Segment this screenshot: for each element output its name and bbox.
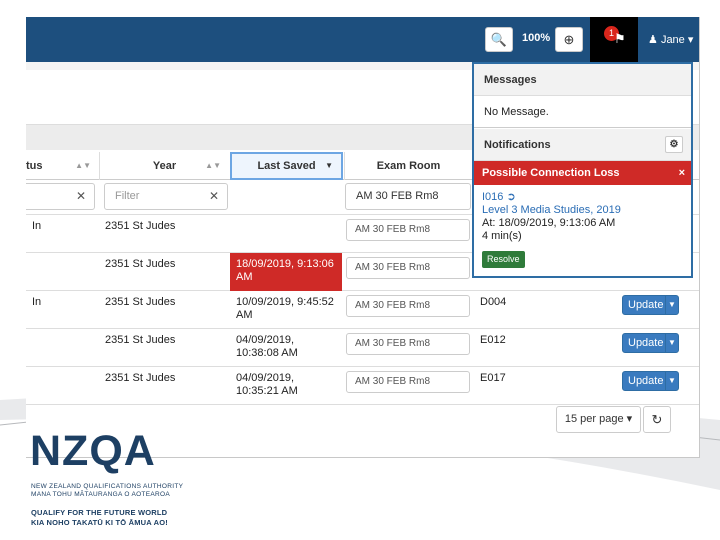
resolve-button[interactable]: Resolve — [482, 251, 525, 268]
chevron-down-icon[interactable]: ▼ — [665, 372, 678, 390]
alert-duration: 4 min(s) — [482, 230, 522, 242]
year-cell: 2351 St Judes — [105, 334, 176, 346]
user-menu[interactable]: ♟ Jane ▾ — [648, 33, 693, 46]
clear-icon[interactable]: ✕ — [76, 184, 86, 209]
column-status-header[interactable]: tus ▲▼ — [26, 152, 99, 180]
zoom-in-button[interactable]: ⊕ — [555, 27, 583, 52]
sort-icon: ▲▼ — [75, 161, 91, 170]
course-link[interactable]: Level 3 Media Studies, 2019 — [482, 204, 683, 217]
nzqa-logo: NZQA — [30, 427, 156, 475]
year-filter-input[interactable]: Filter ✕ — [104, 183, 228, 210]
external-link-icon: ➲ — [506, 191, 516, 203]
messages-header: Messages — [474, 64, 691, 96]
zoom-in-icon: ⊕ — [563, 32, 575, 47]
slide: 🔍 100% ⊕ 1 ⚑ ♟ Jane ▾ tus ▲▼ Year ▲▼ Las… — [0, 0, 720, 540]
update-button[interactable]: Update ▼ — [622, 333, 679, 353]
user-name: Jane — [660, 34, 685, 46]
year-cell: 2351 St Judes — [105, 296, 176, 308]
status-cell: In — [32, 220, 42, 232]
student-id-link[interactable]: I016 ➲ — [482, 191, 683, 204]
exam-room-select[interactable]: AM 30 FEB Rm8 — [346, 257, 470, 279]
column-exam-room-header[interactable]: Exam Room — [344, 152, 472, 180]
user-icon: ♟ — [648, 34, 658, 46]
room-cell: D004 — [480, 296, 507, 308]
last-saved-cell: 10/09/2019, 9:45:52 AM — [236, 296, 334, 321]
top-navbar: 🔍 100% ⊕ 1 ⚑ ♟ Jane ▾ — [26, 17, 699, 62]
status-cell — [26, 329, 99, 367]
exam-room-select[interactable]: AM 30 FEB Rm8 — [346, 219, 470, 241]
last-saved-cell — [230, 215, 343, 253]
tagline-maori: KIA NOHO TAKATŪ KI TŌ ĀMUA AO! — [31, 518, 168, 527]
notifications-button[interactable]: 1 ⚑ — [590, 17, 638, 62]
status-cell — [26, 253, 99, 291]
status-filter-input[interactable]: ✕ — [26, 183, 95, 210]
update-button[interactable]: Update ▼ — [622, 295, 679, 315]
alert-title-bar: Possible Connection Loss × — [474, 161, 691, 185]
exam-room-select[interactable]: AM 30 FEB Rm8 — [346, 371, 470, 393]
exam-room-filter-select[interactable]: AM 30 FEB Rm8 — [345, 183, 471, 210]
zoom-level: 100% — [522, 32, 551, 44]
clear-icon[interactable]: ✕ — [209, 184, 219, 209]
zoom-out-button[interactable]: 🔍 — [485, 27, 513, 52]
table-row: 2351 St Judes 04/09/2019, 10:38:08 AM AM… — [26, 329, 699, 367]
org-name-maori: MANA TOHU MĀTAURANGA O AOTEAROA — [31, 491, 170, 498]
sort-icon: ▲▼ — [205, 161, 221, 170]
notifications-header: Notifications ⚙ — [474, 129, 691, 161]
chevron-down-icon[interactable]: ▼ — [665, 296, 678, 314]
column-year-header[interactable]: Year ▲▼ — [99, 152, 229, 180]
sort-desc-icon: ▼ — [325, 161, 333, 170]
per-page-dropdown[interactable]: 15 per page ▾ — [556, 406, 641, 433]
chevron-down-icon[interactable]: ▼ — [665, 334, 678, 352]
notifications-dropdown: Messages No Message. Notifications ⚙ Pos… — [472, 62, 693, 278]
exam-room-select[interactable]: AM 30 FEB Rm8 — [346, 333, 470, 355]
alert-body: I016 ➲ Level 3 Media Studies, 2019 At: 1… — [474, 185, 691, 274]
zoom-out-icon: 🔍 — [490, 32, 508, 47]
app-window: 🔍 100% ⊕ 1 ⚑ ♟ Jane ▾ tus ▲▼ Year ▲▼ Las… — [26, 17, 700, 458]
update-button[interactable]: Update ▼ — [622, 371, 679, 391]
org-name: NEW ZEALAND QUALIFICATIONS AUTHORITY — [31, 483, 184, 490]
room-cell: E012 — [480, 334, 506, 346]
table-row: In 2351 St Judes 10/09/2019, 9:45:52 AM … — [26, 291, 699, 329]
close-icon[interactable]: × — [679, 161, 685, 185]
refresh-icon: ↻ — [651, 412, 663, 427]
chevron-down-icon: ▾ — [687, 34, 694, 46]
year-cell: 2351 St Judes — [105, 220, 176, 232]
gear-icon[interactable]: ⚙ — [665, 136, 683, 153]
refresh-button[interactable]: ↻ — [643, 406, 671, 433]
year-cell: 2351 St Judes — [105, 258, 176, 270]
last-saved-cell-warning: 18/09/2019, 9:13:06 AM — [230, 253, 342, 291]
messages-empty-text: No Message. — [474, 96, 691, 128]
status-cell: In — [32, 296, 42, 308]
last-saved-cell: 04/09/2019, 10:38:08 AM — [236, 334, 298, 359]
column-last-saved-header[interactable]: Last Saved ▼ — [230, 152, 343, 180]
alert-time: At: 18/09/2019, 9:13:06 AM — [482, 217, 616, 229]
bell-icon: ⚑ — [614, 31, 626, 46]
tagline: QUALIFY FOR THE FUTURE WORLD — [31, 508, 168, 517]
exam-room-select[interactable]: AM 30 FEB Rm8 — [346, 295, 470, 317]
